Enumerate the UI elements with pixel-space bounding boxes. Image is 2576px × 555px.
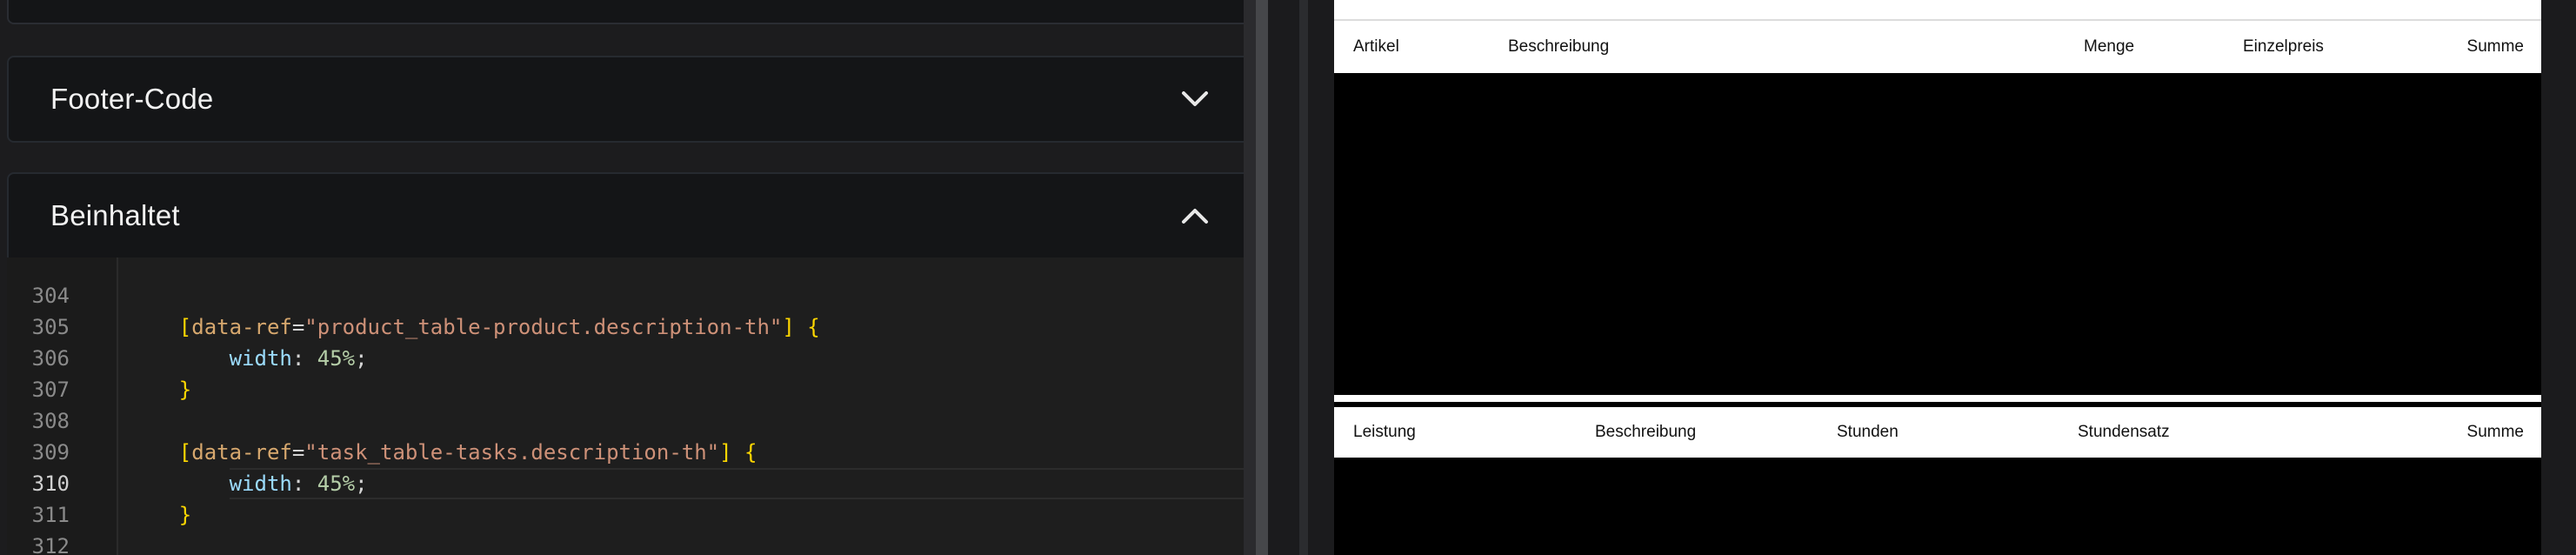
header-description: Beschreibung — [1508, 37, 1610, 56]
footer-code-title: Footer-Code — [50, 83, 214, 115]
line-number: 308 — [31, 409, 70, 433]
editor-scrollbar[interactable] — [1244, 0, 1256, 555]
line-number: 305 — [31, 315, 70, 339]
preview-page: Artikel Beschreibung Menge Einzelpreis S… — [1334, 0, 2541, 555]
code-text: [data-ref="task_table-tasks.description-… — [178, 440, 757, 465]
code-text: width: 45%; — [229, 346, 368, 371]
header-description: Beschreibung — [1595, 423, 1697, 441]
document-preview: Artikel Beschreibung Menge Einzelpreis S… — [1268, 0, 2576, 555]
code-text: width: 45%; — [229, 471, 368, 496]
chevron-up-icon[interactable] — [1181, 207, 1209, 224]
code-line[interactable]: 307 } — [7, 374, 1254, 405]
line-number: 309 — [31, 440, 70, 465]
code-text: } — [178, 378, 192, 402]
header-hourly-rate: Stundensatz — [2078, 423, 2170, 441]
line-number: 310 — [31, 471, 70, 496]
code-line[interactable]: 304 — [7, 280, 1254, 311]
code-line[interactable]: 306 width: 45%; — [7, 343, 1254, 374]
contains-panel[interactable]: Beinhaltet — [7, 172, 1254, 259]
contains-title: Beinhaltet — [50, 199, 180, 231]
code-line[interactable]: 308 — [7, 405, 1254, 437]
header-total: Summe — [2466, 37, 2524, 56]
table-separator — [1334, 395, 2541, 402]
code-text: [data-ref="product_table-product.descrip… — [178, 315, 820, 339]
header-article: Artikel — [1353, 37, 1399, 56]
code-line[interactable]: 309 [data-ref="task_table-tasks.descript… — [7, 437, 1254, 468]
chevron-down-icon[interactable] — [1181, 90, 1209, 108]
header-service: Leistung — [1353, 423, 1416, 441]
header-quantity: Menge — [2084, 37, 2135, 56]
header-unit-price: Einzelpreis — [2243, 37, 2324, 56]
code-line-active[interactable]: 310 width: 45%; — [7, 468, 1254, 499]
pane-splitter[interactable] — [1256, 0, 1268, 555]
line-number: 307 — [31, 378, 70, 402]
line-number: 311 — [31, 503, 70, 527]
header-total: Summe — [2466, 423, 2524, 441]
line-number: 312 — [31, 534, 70, 555]
code-line[interactable]: 305 [data-ref="product_table-product.des… — [7, 311, 1254, 343]
code-editor[interactable]: 304 305 [data-ref="product_table-product… — [7, 257, 1254, 555]
footer-code-panel[interactable]: Footer-Code — [7, 56, 1254, 143]
line-number: 304 — [31, 284, 70, 308]
product-table-header: Artikel Beschreibung Menge Einzelpreis S… — [1334, 21, 2541, 73]
task-table-header: Leistung Beschreibung Stunden Stundensat… — [1334, 407, 2541, 458]
line-number: 306 — [31, 346, 70, 371]
page-top-strip — [1334, 0, 2541, 21]
editor-pane: Footer-Code Beinhaltet 304 305 [data-ref… — [0, 0, 1256, 555]
code-text: } — [178, 503, 192, 527]
previous-panel — [7, 0, 1254, 24]
code-line[interactable]: 311 } — [7, 499, 1254, 531]
code-line[interactable]: 312 — [7, 531, 1254, 555]
header-hours: Stunden — [1837, 423, 1899, 441]
preview-edge — [1299, 0, 1308, 555]
